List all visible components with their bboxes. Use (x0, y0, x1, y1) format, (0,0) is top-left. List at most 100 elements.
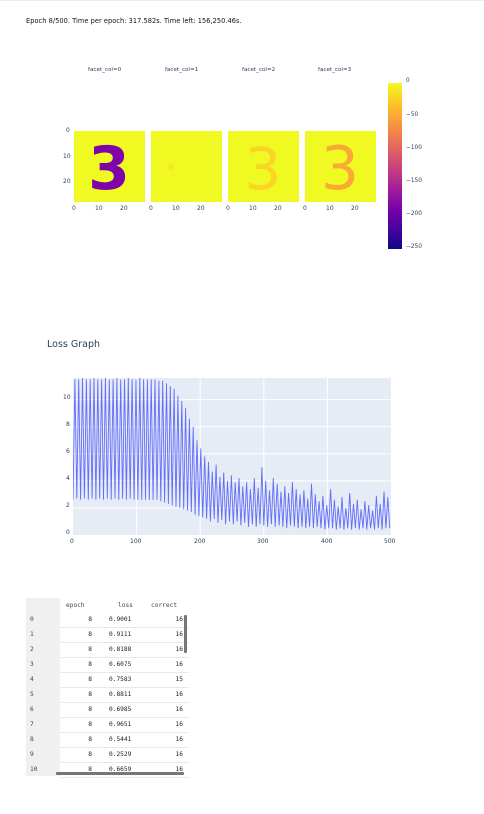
table-cell-loss: 0.6075 (109, 661, 132, 668)
table-row-divider (60, 627, 189, 628)
loss-x-tick: 500 (384, 538, 396, 545)
table-row-index: 10 (30, 766, 38, 773)
facet-title-3: facet_col=3 (318, 67, 352, 73)
digit-glyph-3: 3 (321, 134, 359, 202)
facet-image-2: 3 (228, 131, 299, 202)
table-cell-loss: 0.5441 (109, 736, 132, 743)
table-row-index: 3 (30, 661, 34, 668)
table-cell-loss: 0.9001 (109, 616, 132, 623)
digit-glyph-2: 3 (245, 135, 282, 202)
facet-x-tick: 20 (274, 205, 282, 212)
table-row-index: 1 (30, 631, 34, 638)
facet-x-tick: 0 (226, 205, 230, 212)
facet-image-3: 3 (305, 131, 376, 202)
table-row-divider (60, 687, 189, 688)
table-cell-correct: 16 (175, 646, 183, 653)
faint-blob (168, 164, 174, 170)
table-vertical-scrollbar[interactable] (184, 615, 187, 653)
facet-y-tick: 20 (63, 178, 71, 185)
table-row-index: 6 (30, 706, 34, 713)
colorbar (388, 83, 402, 249)
table-cell-correct: 16 (175, 691, 183, 698)
digit-glyph-0: 3 (88, 134, 130, 202)
digit-image-3: 3 (321, 134, 359, 202)
facet-title-2: facet_col=2 (242, 67, 276, 73)
table-row-index: 7 (30, 721, 34, 728)
loss-line-chart (72, 377, 391, 535)
facet-y-tick: 10 (63, 153, 71, 160)
facet-x-tick: 20 (351, 205, 359, 212)
table-row-index: 2 (30, 646, 34, 653)
colorbar-tick: −250 (406, 244, 422, 250)
table-cell-loss: 0.9651 (109, 721, 132, 728)
training-status-text: Epoch 8/500. Time per epoch: 317.582s. T… (26, 17, 242, 25)
digit-image-0: 3 (88, 134, 130, 202)
loss-plot-area[interactable] (72, 377, 391, 535)
table-index-column (26, 598, 60, 776)
table-row-divider (60, 747, 189, 748)
facet-x-tick: 10 (326, 205, 334, 212)
table-cell-correct: 16 (175, 736, 183, 743)
table-cell-loss: 0.6985 (109, 706, 132, 713)
facet-x-tick: 10 (249, 205, 257, 212)
table-cell-correct: 16 (175, 706, 183, 713)
table-cell-loss: 0.9111 (109, 631, 132, 638)
colorbar-tick: −100 (406, 145, 422, 151)
loss-graph-title: Loss Graph (47, 339, 100, 350)
table-cell-correct: 16 (175, 661, 183, 668)
table-cell-correct: 16 (175, 751, 183, 758)
digit-image-1 (168, 164, 174, 170)
loss-x-tick: 0 (70, 538, 74, 545)
loss-y-tick: 4 (66, 475, 70, 482)
table-row-index: 9 (30, 751, 34, 758)
table-cell-correct: 16 (175, 616, 183, 623)
facet-title-0: facet_col=0 (88, 67, 122, 73)
table-row-divider (60, 762, 189, 763)
table-header-loss: loss (118, 602, 133, 609)
colorbar-tick: −150 (406, 178, 422, 184)
facet-y-tick: 0 (66, 127, 70, 134)
facet-x-tick: 20 (120, 205, 128, 212)
table-cell-epoch: 8 (88, 661, 92, 668)
loss-x-tick: 100 (130, 538, 142, 545)
loss-y-tick: 6 (66, 448, 70, 455)
table-row-index: 4 (30, 676, 34, 683)
table-row-divider (60, 642, 189, 643)
facet-x-tick: 10 (172, 205, 180, 212)
colorbar-tick: −200 (406, 211, 422, 217)
loss-x-tick: 300 (257, 538, 269, 545)
top-divider (0, 0, 484, 1)
colorbar-tick: −50 (406, 112, 419, 118)
table-cell-epoch: 8 (88, 691, 92, 698)
table-row-divider (60, 732, 189, 733)
colorbar-tick: 0 (406, 78, 410, 84)
table-row-divider (60, 777, 189, 778)
table-row-divider (60, 657, 189, 658)
table-header-epoch: epoch (66, 602, 85, 609)
facet-x-tick: 0 (72, 205, 76, 212)
table-cell-epoch: 8 (88, 631, 92, 638)
loss-y-tick: 2 (66, 502, 70, 509)
table-horizontal-scrollbar[interactable] (56, 772, 184, 775)
facet-image-0: 3 (74, 131, 145, 202)
facet-x-tick: 20 (197, 205, 205, 212)
table-cell-loss: 0.8811 (109, 691, 132, 698)
results-table[interactable]: epoch loss correct 0 8 0.9001 16 1 8 0.9111 16 2… (26, 598, 189, 778)
table-cell-loss: 0.7583 (109, 676, 132, 683)
facet-image-1 (151, 131, 222, 202)
loss-y-tick: 0 (66, 529, 70, 536)
table-cell-loss: 0.8188 (109, 646, 132, 653)
table-cell-loss: 0.2529 (109, 751, 132, 758)
table-cell-epoch: 8 (88, 646, 92, 653)
table-cell-epoch: 8 (88, 676, 92, 683)
table-row-index: 0 (30, 616, 34, 623)
loss-y-tick: 10 (63, 394, 71, 401)
table-row-divider (60, 672, 189, 673)
loss-y-tick: 8 (66, 421, 70, 428)
facet-x-tick: 0 (303, 205, 307, 212)
table-cell-correct: 15 (175, 676, 183, 683)
table-cell-epoch: 8 (88, 721, 92, 728)
table-cell-correct: 16 (175, 631, 183, 638)
table-cell-epoch: 8 (88, 616, 92, 623)
loss-x-tick: 400 (321, 538, 333, 545)
